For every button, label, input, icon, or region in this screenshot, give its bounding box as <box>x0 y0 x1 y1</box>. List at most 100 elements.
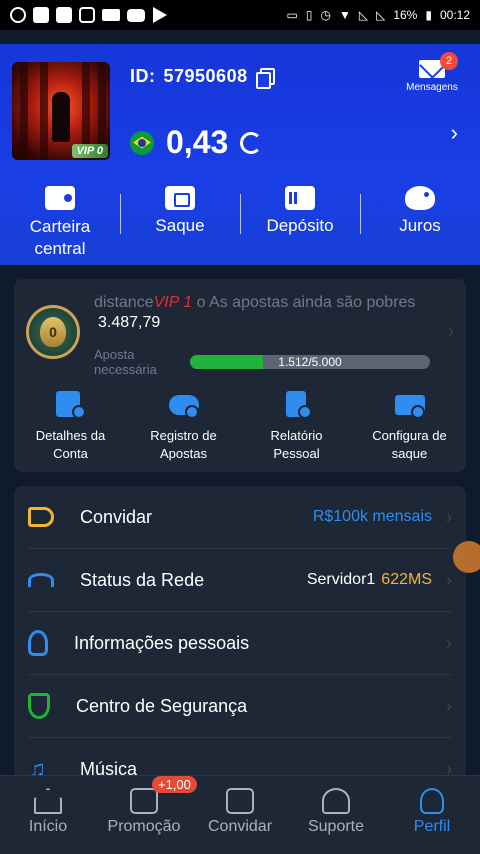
megaphone-icon <box>28 507 54 527</box>
youtube-icon <box>127 8 145 22</box>
avatar-art <box>40 62 48 160</box>
avatar-vip-badge: VIP 0 <box>71 144 108 158</box>
invite-reward: R$100k mensais <box>312 508 432 525</box>
person-icon <box>420 788 444 814</box>
refresh-icon[interactable] <box>240 131 263 154</box>
user-edit-icon <box>28 630 48 656</box>
system-status: ▭ ▯ ◷ ▼ ◺ ◺ 16% ▮ 00:12 <box>287 8 470 22</box>
menu-item-label: Informações pessoais <box>74 632 250 653</box>
nav-profile[interactable]: Perfil <box>384 776 480 854</box>
gamepad-icon <box>167 389 201 421</box>
vip-next-level: VIP 1 <box>153 294 193 311</box>
avatar[interactable]: VIP 0 <box>12 62 110 160</box>
nav-label: Perfil <box>413 818 451 835</box>
messages-button[interactable]: 2 Mensagens <box>402 52 462 93</box>
quick-action-label: Juros <box>399 216 441 235</box>
id-label: ID: <box>130 66 156 86</box>
signal-icon: ◺ <box>376 8 386 22</box>
nav-label: Início <box>28 818 68 835</box>
video-icon <box>102 9 120 21</box>
settings-menu: Convidar R$100k mensais › Status da Rede… <box>14 486 466 786</box>
action-label: Configura de saque <box>372 428 447 461</box>
nav-promotion[interactable]: +1,00 Promoção <box>96 776 197 854</box>
id-value: 57950608 <box>163 66 248 86</box>
server-status: Servidor1 622MS <box>307 571 432 589</box>
quick-action-label: Carteira central <box>29 217 91 258</box>
menu-item-label: Status da Rede <box>80 569 205 590</box>
withdraw-settings-button[interactable]: Configura de saque <box>353 389 466 463</box>
brazil-flag-icon <box>130 130 154 155</box>
report-search-icon <box>280 389 314 421</box>
central-wallet-button[interactable]: Carteira central <box>0 186 120 260</box>
quick-actions: Carteira central Saque Depósito Juros <box>0 186 480 260</box>
copy-icon[interactable] <box>255 67 275 89</box>
cast-icon: ▭ <box>286 8 298 22</box>
battery-icon: ▮ <box>425 8 432 22</box>
menu-item-label: Convidar <box>80 506 153 527</box>
gift-icon <box>130 788 158 814</box>
balance-value: 0,43 <box>166 124 229 160</box>
menu-item-invite[interactable]: Convidar R$100k mensais › <box>28 486 452 549</box>
vip-card: 0 distanceVIP 1 o As apostas ainda são p… <box>14 279 466 472</box>
vip-medal-icon: 0 <box>26 305 80 359</box>
nav-home[interactable]: Início <box>0 776 96 854</box>
menu-item-security-center[interactable]: Centro de Segurança › <box>28 675 452 738</box>
menu-item-personal-info[interactable]: Informações pessoais › <box>28 612 452 675</box>
chevron-right-icon: › <box>446 506 452 527</box>
quick-action-label: Saque <box>155 216 205 235</box>
vip-suffix: o As apostas ainda são pobres <box>196 294 416 311</box>
shield-icon <box>28 693 50 719</box>
floating-assistant-button[interactable] <box>453 541 480 573</box>
battery-text: 16% <box>393 8 418 22</box>
messages-label: Mensagens <box>406 82 458 93</box>
wifi-icon <box>28 573 54 587</box>
piggy-bank-icon <box>405 186 435 210</box>
nav-support[interactable]: Suporte <box>288 776 384 854</box>
avatar-art <box>20 62 28 160</box>
home-icon <box>34 788 62 814</box>
status-bar: ▭ ▯ ◷ ▼ ◺ ◺ 16% ▮ 00:12 <box>0 0 480 30</box>
clock: 00:12 <box>439 8 470 22</box>
vip-progress-text: distanceVIP 1 o As apostas ainda são pob… <box>94 294 415 312</box>
menu-item-network-status[interactable]: Status da Rede Servidor1 622MS › <box>28 549 452 612</box>
bet-history-button[interactable]: Registro de Apostas <box>127 389 240 463</box>
whatsapp-icon <box>10 7 26 23</box>
nav-label: Suporte <box>307 818 365 835</box>
notification-icons <box>10 7 168 23</box>
alarm-icon: ◷ <box>320 8 331 22</box>
card-icon <box>285 186 315 210</box>
signal-icon: ◺ <box>358 8 369 22</box>
user-id-row: ID: 57950608 <box>130 66 275 89</box>
nav-invite[interactable]: Convidar <box>192 776 288 854</box>
deposit-button[interactable]: Depósito <box>240 186 360 260</box>
card-settings-icon <box>393 389 427 421</box>
app-icon <box>33 7 49 23</box>
vip-amount: 3.487,79 <box>98 314 161 331</box>
app-icon <box>56 7 72 23</box>
ticket-icon <box>165 186 195 210</box>
account-details-button[interactable]: Detalhes da Conta <box>14 389 127 463</box>
messages-badge: 2 <box>440 52 458 70</box>
menu-item-label: Centro de Segurança <box>76 695 248 716</box>
profile-header: VIP 0 ID: 57950608 0,43 2 Mensagens › Ca… <box>0 44 480 265</box>
nav-label: Promoção <box>107 818 181 835</box>
quick-action-label: Depósito <box>266 216 334 235</box>
account-details-icon <box>54 389 88 421</box>
action-label: Detalhes da Conta <box>35 428 106 461</box>
action-label: Relatório Pessoal <box>270 428 323 461</box>
withdraw-button[interactable]: Saque <box>120 186 240 260</box>
vip-level: 0 <box>40 317 66 347</box>
wallet-icon <box>45 186 75 210</box>
share-icon <box>226 788 254 814</box>
vip-progress-value: 1.512/5.000 <box>278 355 342 369</box>
personal-report-button[interactable]: Relatório Pessoal <box>240 389 353 463</box>
chevron-right-icon[interactable]: › <box>451 120 458 146</box>
avatar-figure <box>52 92 70 142</box>
wifi-status-icon: ▼ <box>338 8 351 22</box>
chevron-right-icon[interactable]: › <box>448 321 454 342</box>
action-label: Registro de Apostas <box>150 428 217 461</box>
interest-button[interactable]: Juros <box>360 186 480 260</box>
balance-row: 0,43 <box>130 124 263 161</box>
vip-progress-bar: 1.512/5.000 <box>190 355 430 369</box>
telegram-icon <box>153 7 167 23</box>
